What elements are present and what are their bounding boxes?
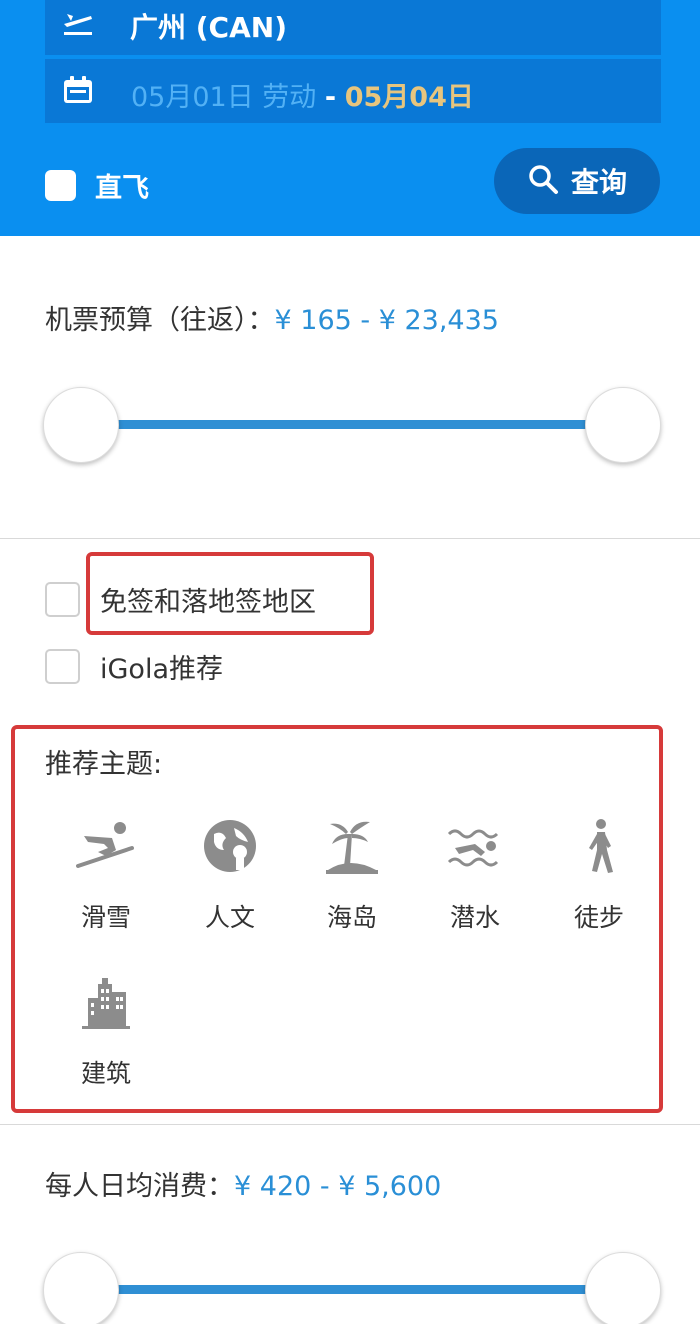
theme-culture-label: 人文 <box>204 903 255 932</box>
date-range-field[interactable]: 05月01日 劳动 - 05月04日 <box>45 59 661 123</box>
palm-island-icon <box>320 814 384 878</box>
budget-range: ¥ 165 - ¥ 23,435 <box>274 305 499 336</box>
direct-flight-toggle[interactable]: 直飞 <box>45 166 149 205</box>
theme-culture[interactable]: 人文 <box>180 814 280 934</box>
daily-spend-max-handle[interactable] <box>585 1252 661 1324</box>
hiking-person-icon <box>567 814 631 878</box>
plane-departure-icon <box>61 4 95 38</box>
date-start: 05月01日 劳动 <box>131 82 317 113</box>
daily-spend-slider[interactable] <box>43 1252 661 1324</box>
date-separator: - <box>324 82 337 113</box>
theme-diving[interactable]: 潜水 <box>425 814 525 934</box>
igola-recommend-checkbox[interactable] <box>45 649 80 684</box>
search-button[interactable]: 查询 <box>494 148 660 214</box>
igola-recommend-filter[interactable]: iGola推荐 <box>45 647 223 686</box>
budget-min-handle[interactable] <box>43 387 119 463</box>
swimming-diving-icon <box>443 814 507 878</box>
budget-heading: 机票预算（往返）：¥ 165 - ¥ 23,435 <box>45 298 499 337</box>
theme-skiing-label: 滑雪 <box>80 903 131 932</box>
direct-flight-checkbox[interactable] <box>45 170 76 201</box>
visa-free-checkbox[interactable] <box>45 582 80 617</box>
date-end: 05月04日 <box>344 82 474 113</box>
budget-slider[interactable] <box>43 387 661 463</box>
theme-hiking-label: 徒步 <box>573 903 624 932</box>
skiing-icon <box>74 814 138 878</box>
daily-spend-slider-track <box>81 1285 625 1294</box>
themes-title: 推荐主题: <box>45 749 163 780</box>
budget-label: 机票预算（往返）： <box>45 305 275 336</box>
globe-culture-icon <box>198 814 262 878</box>
search-icon <box>527 163 559 199</box>
building-icon <box>74 970 138 1034</box>
direct-flight-label: 直飞 <box>95 173 149 204</box>
section-divider <box>0 538 700 539</box>
budget-slider-track <box>81 420 625 429</box>
daily-spend-range: ¥ 420 - ¥ 5,600 <box>234 1171 442 1202</box>
calendar-icon <box>61 73 95 107</box>
theme-architecture-label: 建筑 <box>80 1059 131 1088</box>
budget-max-handle[interactable] <box>585 387 661 463</box>
departure-city-field[interactable]: 广州 (CAN) <box>45 0 661 55</box>
departure-city: 广州 (CAN) <box>130 11 287 44</box>
theme-island[interactable]: 海岛 <box>302 814 402 934</box>
search-button-label: 查询 <box>570 166 627 199</box>
highlight-box-visa <box>86 552 374 635</box>
igola-recommend-label: iGola推荐 <box>100 654 223 685</box>
theme-architecture[interactable]: 建筑 <box>56 970 156 1090</box>
search-header: 广州 (CAN) 05月01日 劳动 - 05月04日 直飞 查询 <box>0 0 700 236</box>
daily-spend-min-handle[interactable] <box>43 1252 119 1324</box>
daily-spend-label: 每人日均消费： <box>45 1171 234 1202</box>
theme-diving-label: 潜水 <box>449 903 500 932</box>
theme-island-label: 海岛 <box>326 903 377 932</box>
date-range: 05月01日 劳动 - 05月04日 <box>131 75 474 114</box>
daily-spend-heading: 每人日均消费：¥ 420 - ¥ 5,600 <box>45 1164 441 1203</box>
theme-hiking[interactable]: 徒步 <box>549 814 649 934</box>
section-divider <box>0 1124 700 1125</box>
theme-skiing[interactable]: 滑雪 <box>56 814 156 934</box>
